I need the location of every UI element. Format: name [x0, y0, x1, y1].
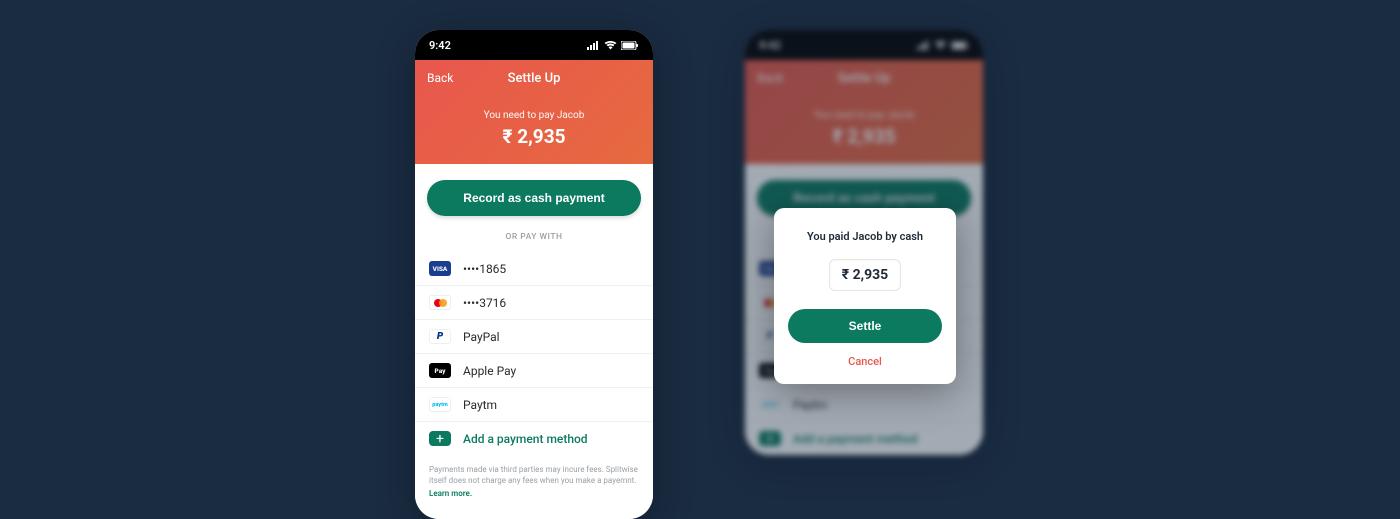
payment-method-row[interactable]: P PayPal — [415, 320, 653, 354]
payment-method-row[interactable]: paytm Paytm — [415, 388, 653, 422]
payment-method-label: PayPal — [463, 330, 500, 344]
mastercard-icon — [429, 295, 451, 310]
status-time: 9:42 — [429, 39, 451, 52]
status-icons — [587, 41, 639, 50]
settle-button[interactable]: Settle — [788, 309, 942, 343]
primary-btn-wrap: Record as cash payment — [415, 164, 653, 226]
header: Back Settle Up You need to pay Jacob ₹ 2… — [415, 60, 653, 164]
pay-line: You need to pay Jacob — [415, 110, 653, 121]
paypal-icon: P — [429, 329, 451, 344]
record-cash-button[interactable]: Record as cash payment — [427, 180, 641, 216]
payment-method-label: Paytm — [463, 398, 497, 412]
payment-method-list: VISA ••••1865 ••••3716 P PayPal Pay Appl… — [415, 252, 653, 455]
footnote-text: Payments made via third parties may incu… — [429, 465, 638, 485]
or-pay-with-label: OR PAY WITH — [415, 226, 653, 252]
wifi-icon — [604, 41, 617, 50]
cancel-button[interactable]: Cancel — [788, 343, 942, 370]
add-payment-method-label: Add a payment method — [463, 432, 588, 446]
applepay-icon: Pay — [429, 363, 451, 378]
battery-icon — [621, 41, 639, 50]
plus-icon: + — [429, 431, 451, 446]
modal-amount-input[interactable]: ₹ 2,935 — [829, 259, 901, 291]
payment-method-row[interactable]: VISA ••••1865 — [415, 252, 653, 286]
footnote: Payments made via third parties may incu… — [415, 455, 653, 519]
learn-more-link[interactable]: Learn more. — [429, 489, 639, 500]
visa-icon: VISA — [429, 261, 451, 276]
payment-method-row[interactable]: ••••3716 — [415, 286, 653, 320]
content: Record as cash payment OR PAY WITH VISA … — [415, 164, 653, 519]
back-button[interactable]: Back — [427, 71, 453, 85]
modal-title: You paid Jacob by cash — [788, 230, 942, 243]
payment-method-label: ••••1865 — [463, 262, 506, 276]
header-top: Back Settle Up — [415, 60, 653, 96]
amount: ₹ 2,935 — [415, 125, 653, 148]
signal-icon — [587, 41, 600, 50]
page-title: Settle Up — [508, 71, 561, 86]
status-bar: 9:42 — [415, 30, 653, 60]
header-body: You need to pay Jacob ₹ 2,935 — [415, 96, 653, 148]
phone-settle-up: 9:42 Back Settle Up You need to pay Jaco… — [415, 30, 653, 519]
payment-method-label: ••••3716 — [463, 296, 506, 310]
payment-method-label: Apple Pay — [463, 364, 516, 378]
add-payment-method-row[interactable]: + Add a payment method — [415, 422, 653, 455]
paytm-icon: paytm — [429, 397, 451, 412]
settle-confirm-modal: You paid Jacob by cash ₹ 2,935 Settle Ca… — [774, 208, 956, 384]
payment-method-row[interactable]: Pay Apple Pay — [415, 354, 653, 388]
